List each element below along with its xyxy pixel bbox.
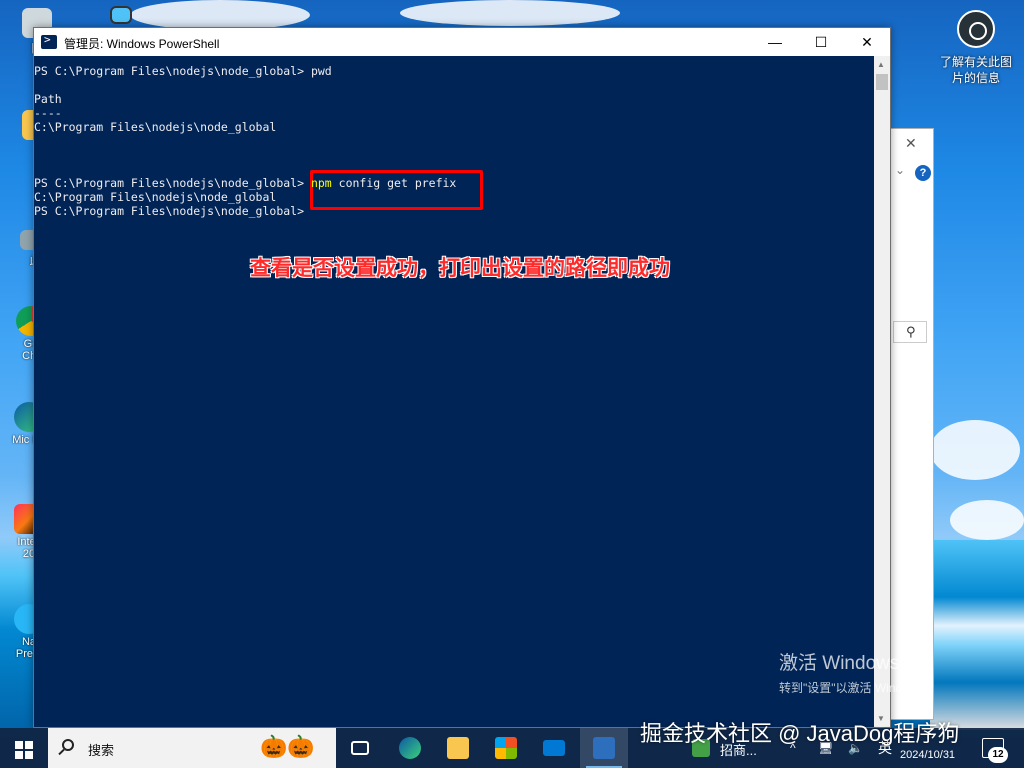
console-line: PS C:\Program Files\nodejs\node_global> … (34, 176, 456, 190)
maximize-button[interactable]: ☐ (798, 28, 844, 56)
scrollbar-thumb[interactable] (876, 74, 888, 90)
console-prompt: C:\Program Files\nodejs\node_global (34, 120, 277, 134)
mail-icon (543, 740, 565, 756)
cloud-decoration (930, 420, 1020, 480)
juejin-watermark: 掘金技术社区 @ JavaDog程序狗 (640, 721, 960, 746)
console-output[interactable]: 查看是否设置成功，打印出设置的路径即成功 PS C:\Program Files… (34, 56, 874, 727)
desktop-icon-label: 了解有关此图片的信息 (939, 55, 1012, 85)
notification-badge: 12 (988, 747, 1008, 763)
cloud-decoration (400, 0, 620, 26)
vertical-scrollbar[interactable]: ▲ ▼ (874, 56, 890, 727)
annotation-text: 查看是否设置成功，打印出设置的路径即成功 (250, 256, 670, 280)
title-bar[interactable]: 管理员: Windows PowerShell — ☐ ✕ (34, 28, 890, 56)
taskbar-file-explorer[interactable] (434, 728, 482, 768)
search-icon: ⚲ (906, 324, 916, 339)
taskbar-mail[interactable] (530, 728, 578, 768)
desktop-icon-learn-about-picture[interactable]: 了解有关此图片的信息 (936, 10, 1016, 86)
powershell-window[interactable]: 管理员: Windows PowerShell — ☐ ✕ 查看是否设置成功，打… (33, 27, 891, 728)
taskbar-edge[interactable] (386, 728, 434, 768)
console-line: Path (34, 92, 62, 106)
powershell-icon (41, 33, 57, 49)
console-line: PS C:\Program Files\nodejs\node_global> (34, 204, 311, 218)
console-line: C:\Program Files\nodejs\node_global (34, 120, 276, 134)
clock-date[interactable]: 2024/10/31 (900, 749, 955, 761)
windows-logo-pane (25, 751, 33, 759)
search-icon (62, 739, 74, 751)
activate-subtitle: 转到"设置"以激活 Windows。 (779, 681, 936, 695)
minimize-button[interactable]: — (752, 28, 798, 56)
console-line: ---- (34, 106, 62, 120)
close-icon[interactable]: ✕ (905, 135, 917, 152)
windows-logo-pane (25, 741, 33, 749)
console-prompt: PS C:\Program Files\nodejs\node_global> (34, 176, 311, 190)
desktop-icon-monitor[interactable] (104, 6, 138, 26)
store-icon (495, 737, 517, 759)
console-line: PS C:\Program Files\nodejs\node_global> … (34, 64, 332, 78)
scroll-up-icon[interactable]: ▲ (877, 60, 885, 69)
console-prompt: PS C:\Program Files\nodejs\node_global> (34, 204, 311, 218)
task-view-icon (351, 741, 369, 755)
pumpkin-doodle-icon[interactable]: 🎃🎃 (260, 734, 315, 760)
beach-scenery (930, 540, 1024, 730)
close-button[interactable]: ✕ (844, 28, 890, 56)
monitor-icon (110, 6, 132, 24)
powershell-icon (593, 737, 615, 759)
activate-title: 激活 Windows (779, 653, 900, 674)
window-title: 管理员: Windows PowerShell (64, 37, 220, 51)
console-args: config get prefix (331, 176, 457, 190)
taskbar-search-box[interactable]: 搜索 🎃🎃 (48, 728, 336, 768)
console-prompt: C:\Program Files\nodejs\node_global (34, 190, 277, 204)
console-prompt: PS C:\Program Files\nodejs\node_global> (34, 64, 311, 78)
search-input[interactable]: ⚲ (893, 321, 927, 343)
chevron-down-icon[interactable]: ⌄ (895, 163, 905, 177)
activate-windows-watermark: 激活 Windows 转到"设置"以激活 Windows。 (779, 648, 936, 696)
task-view-button[interactable] (338, 728, 386, 768)
cloud-decoration (950, 500, 1024, 540)
cloud-decoration (130, 0, 310, 30)
camera-info-icon (957, 10, 995, 48)
console-line: C:\Program Files\nodejs\node_global (34, 190, 276, 204)
taskbar-powershell[interactable] (580, 728, 628, 768)
start-button[interactable] (0, 728, 48, 768)
console-args: pwd (310, 64, 332, 78)
search-placeholder: 搜索 (88, 743, 115, 758)
console-prompt: ---- (34, 106, 62, 120)
taskbar-store[interactable] (482, 728, 530, 768)
folder-icon (447, 737, 469, 759)
windows-logo-icon (15, 741, 23, 749)
console-command: npm (310, 176, 332, 190)
help-icon[interactable]: ? (915, 165, 931, 181)
edge-icon (399, 737, 421, 759)
windows-logo-pane (15, 751, 23, 759)
background-explorer-window[interactable]: ✕ ⌄ ? ⚲ (886, 128, 934, 720)
console-prompt: Path (34, 92, 62, 106)
